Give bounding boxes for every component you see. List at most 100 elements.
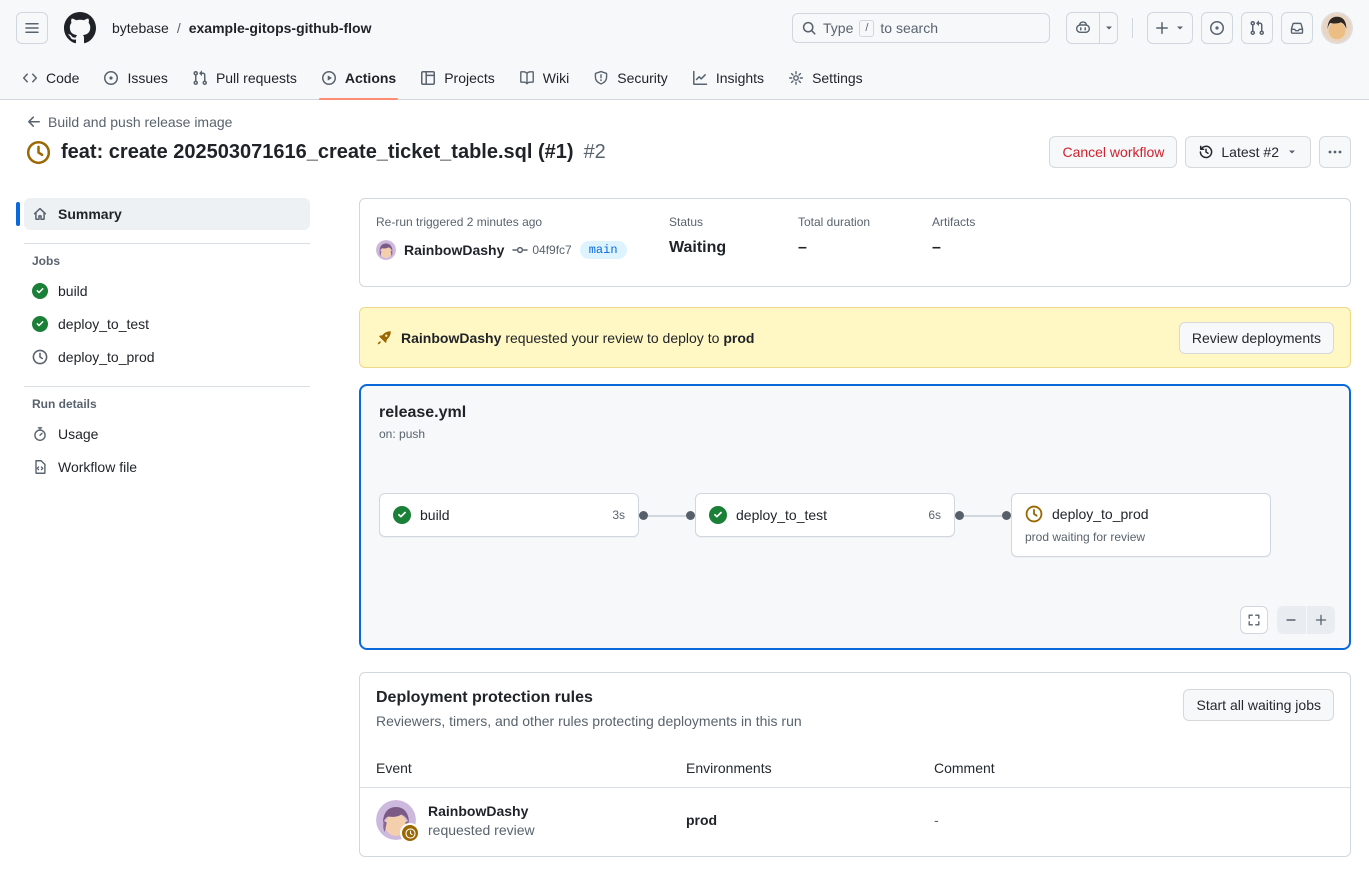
issues-button[interactable] [1201, 12, 1233, 44]
github-logo[interactable] [64, 12, 96, 44]
cancel-workflow-button[interactable]: Cancel workflow [1049, 136, 1177, 168]
job-label: deploy_to_test [58, 316, 149, 332]
tab-settings[interactable]: Settings [778, 56, 873, 99]
check-circle-icon [32, 316, 48, 332]
branch-badge[interactable]: main [580, 241, 627, 259]
home-icon [32, 206, 48, 222]
actor-avatar[interactable] [376, 240, 396, 260]
three-bars-icon [24, 20, 40, 36]
start-all-waiting-jobs-button[interactable]: Start all waiting jobs [1183, 689, 1334, 721]
latest-run-button[interactable]: Latest #2 [1185, 136, 1311, 168]
tab-projects[interactable]: Projects [410, 56, 505, 99]
create-new-button[interactable] [1147, 12, 1193, 44]
search-input[interactable]: Type / to search [792, 13, 1050, 43]
zoom-out-button[interactable] [1277, 606, 1306, 634]
edge-dot [955, 511, 964, 520]
sidebar-job-deploy-to-prod[interactable]: deploy_to_prod [16, 340, 310, 373]
zoom-in-button[interactable] [1307, 606, 1336, 634]
avatar-image [1322, 13, 1352, 43]
sidebar-job-build[interactable]: build [16, 274, 310, 307]
check-circle-icon [709, 506, 727, 524]
stopwatch-icon [32, 426, 48, 442]
workflow-graph-panel[interactable]: release.yml on: push build 3s deploy_to_… [359, 384, 1351, 650]
run-details-heading: Run details [16, 397, 310, 411]
back-to-workflow-link[interactable]: Build and push release image [26, 114, 1353, 130]
waiting-clock-icon [26, 140, 51, 165]
search-placeholder-suffix: to search [880, 20, 938, 36]
reviewer-avatar[interactable] [376, 800, 416, 840]
actor-name[interactable]: RainbowDashy [404, 242, 504, 258]
plus-icon [1154, 20, 1170, 36]
breadcrumb-repo[interactable]: example-gitops-github-flow [189, 20, 372, 36]
pull-requests-button[interactable] [1241, 12, 1273, 44]
fullscreen-button[interactable] [1240, 606, 1268, 634]
banner-environment: prod [723, 330, 754, 346]
plus-icon [1314, 613, 1328, 627]
breadcrumb-separator: / [177, 20, 181, 36]
duration-value: – [798, 239, 932, 257]
copilot-dropdown-button[interactable] [1100, 12, 1118, 44]
minus-icon [1284, 613, 1298, 627]
tab-label: Code [46, 70, 79, 86]
user-avatar[interactable] [1321, 12, 1353, 44]
node-duration: 6s [928, 508, 941, 522]
environment-cell: prod [686, 812, 934, 828]
expand-icon [1247, 613, 1261, 627]
breadcrumb-owner[interactable]: bytebase [112, 20, 169, 36]
tab-insights[interactable]: Insights [682, 56, 774, 99]
tab-pull-requests[interactable]: Pull requests [182, 56, 307, 99]
sidebar-item-usage[interactable]: Usage [16, 417, 310, 450]
sidebar-item-workflow-file[interactable]: Workflow file [16, 450, 310, 483]
event-cell: RainbowDashy requested review [376, 800, 686, 840]
book-icon [519, 70, 535, 86]
banner-text: RainbowDashy requested your review to de… [401, 330, 754, 346]
tab-issues[interactable]: Issues [93, 56, 177, 99]
tab-actions[interactable]: Actions [311, 56, 406, 99]
tab-security[interactable]: Security [583, 56, 678, 99]
event-action: requested review [428, 822, 535, 838]
search-placeholder-prefix: Type [823, 20, 853, 36]
status-label: Status [669, 215, 798, 229]
more-options-button[interactable] [1319, 136, 1351, 168]
git-commit-icon [512, 242, 528, 258]
shield-icon [593, 70, 609, 86]
waiting-clock-icon [1025, 505, 1043, 523]
graph-node-deploy-to-test[interactable]: deploy_to_test 6s [695, 493, 955, 537]
sidebar-job-deploy-to-test[interactable]: deploy_to_test [16, 307, 310, 340]
tab-wiki[interactable]: Wiki [509, 56, 579, 99]
run-main-column: Re-run triggered 2 minutes ago RainbowDa… [359, 198, 1351, 857]
run-sidebar: Summary Jobs build deploy_to_test deploy… [16, 198, 310, 857]
artifacts-label: Artifacts [932, 215, 1334, 229]
tab-code[interactable]: Code [12, 56, 89, 99]
hamburger-menu-button[interactable] [16, 12, 48, 44]
summary-label: Summary [58, 206, 122, 222]
inbox-button[interactable] [1281, 12, 1313, 44]
page-content: Build and push release image feat: creat… [0, 114, 1369, 857]
workflow-file-label: Workflow file [58, 459, 137, 475]
reviewer-name[interactable]: RainbowDashy [428, 803, 535, 819]
workflow-file-name: release.yml [379, 404, 1331, 422]
inbox-icon [1289, 20, 1305, 36]
copilot-button[interactable] [1066, 12, 1100, 44]
graph-edge [955, 511, 1011, 520]
repo-nav-tabs: Code Issues Pull requests Actions Projec… [0, 56, 1369, 100]
sidebar-divider [24, 386, 310, 387]
review-deployments-button[interactable]: Review deployments [1179, 322, 1334, 354]
commit-sha: 04f9fc7 [532, 243, 571, 257]
trigger-label: Re-run triggered 2 minutes ago [376, 215, 669, 229]
zoom-control [1277, 606, 1335, 634]
table-icon [420, 70, 436, 86]
sidebar-item-summary[interactable]: Summary [24, 198, 310, 230]
comment-cell: - [934, 812, 1334, 828]
usage-label: Usage [58, 426, 98, 442]
run-actions: Cancel workflow Latest #2 [1049, 136, 1351, 168]
run-title-row: feat: create 202503071616_create_ticket_… [26, 136, 1353, 168]
node-subtitle: prod waiting for review [1025, 530, 1257, 544]
waiting-clock-icon [32, 349, 48, 365]
job-label: build [58, 283, 88, 299]
graph-node-build[interactable]: build 3s [379, 493, 639, 537]
tab-label: Projects [444, 70, 495, 86]
graph-node-deploy-to-prod[interactable]: deploy_to_prod prod waiting for review [1011, 493, 1271, 557]
git-pull-request-icon [192, 70, 208, 86]
commit-ref[interactable]: 04f9fc7 [512, 242, 571, 258]
